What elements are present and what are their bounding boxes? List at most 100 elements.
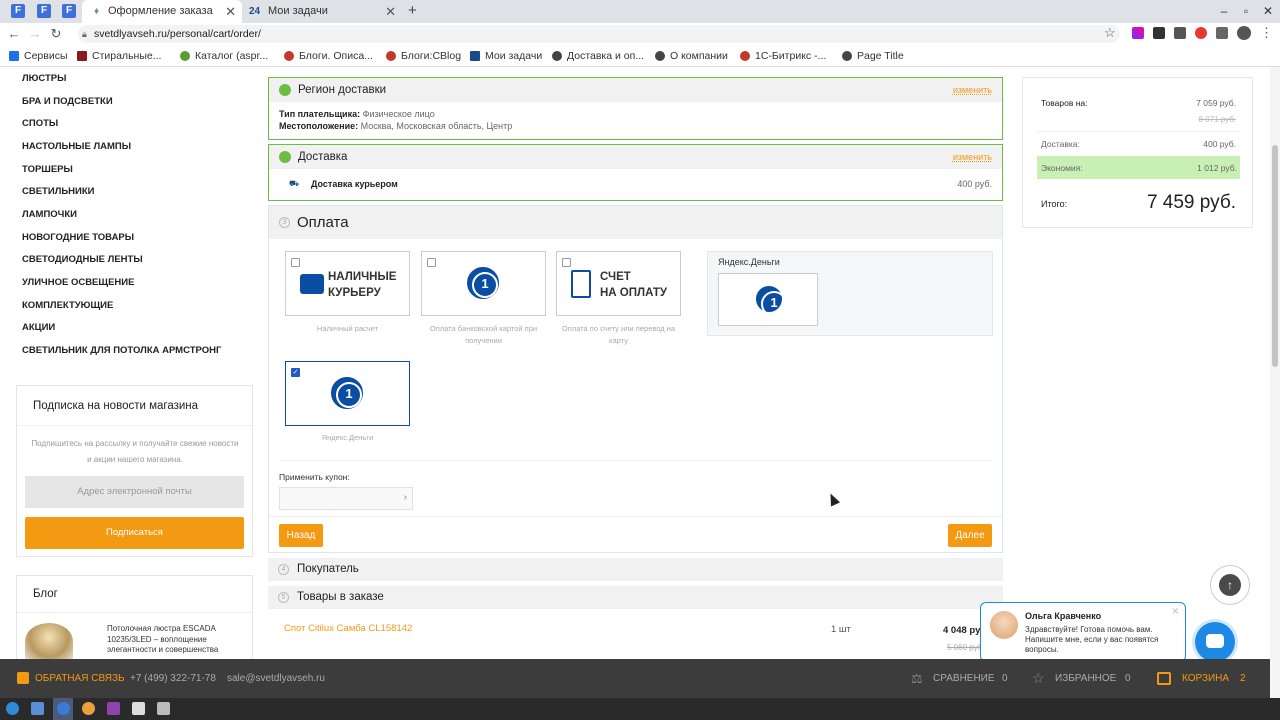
coupon-input[interactable]: › xyxy=(279,487,413,510)
next-button[interactable]: Далее xyxy=(948,524,992,547)
bookmark-item[interactable]: Блоги. Описа... xyxy=(284,49,373,63)
pinned-tab-f2[interactable]: F xyxy=(37,4,51,18)
puzzle-icon[interactable] xyxy=(1216,27,1228,39)
payment-checkbox-checked[interactable]: ✓ xyxy=(291,368,300,377)
delivery-change-link[interactable]: изменить xyxy=(953,145,992,169)
category-link[interactable]: ЛАМПОЧКИ xyxy=(22,209,77,220)
payment-checkbox[interactable] xyxy=(291,258,300,267)
back-icon[interactable]: ← xyxy=(5,25,23,43)
scrollbar-thumb[interactable] xyxy=(1272,145,1278,367)
cart-link[interactable]: КОРЗИНА xyxy=(1182,659,1229,698)
bookmark-item[interactable]: Доставка и оп... xyxy=(552,49,644,63)
category-link[interactable]: СВЕТОДИОДНЫЕ ЛЕНТЫ xyxy=(22,254,143,265)
favorites-link[interactable]: ИЗБРАННОЕ xyxy=(1055,659,1116,698)
bookmark-item[interactable]: 1С-Битрикс -... xyxy=(740,49,826,63)
close-icon[interactable]: ✕ xyxy=(1171,606,1179,617)
payment-checkbox[interactable] xyxy=(562,258,571,267)
subscribe-button[interactable]: Подписаться xyxy=(25,517,244,549)
delivery-header: Доставка изменить xyxy=(269,145,1002,169)
chat-button[interactable] xyxy=(1195,622,1235,662)
email-field[interactable]: Адрес электронной почты xyxy=(25,476,244,508)
tab-order[interactable]: ♦ Оформление заказа ✕ xyxy=(82,0,242,23)
category-link[interactable]: СВЕТИЛЬНИКИ xyxy=(22,186,95,197)
bookmark-item[interactable]: Блоги:CBlog xyxy=(386,49,461,63)
footer-email[interactable]: sale@svetdlyavseh.ru xyxy=(227,659,325,698)
category-link[interactable]: БРА И ПОДСВЕТКИ xyxy=(22,96,113,107)
tab-tasks[interactable]: 24 Мои задачи ✕ xyxy=(242,0,402,23)
app-icon[interactable] xyxy=(107,702,120,715)
bookmark-item[interactable]: Page Title xyxy=(842,49,904,63)
close-icon[interactable]: ✕ xyxy=(385,0,396,23)
goods-total-value: 7 059 руб. xyxy=(1196,98,1236,108)
category-link[interactable]: КОМПЛЕКТУЮЩИЕ xyxy=(22,300,113,311)
minimize-icon[interactable]: – xyxy=(1213,0,1235,23)
star-icon[interactable]: ☆ xyxy=(1104,25,1116,41)
back-button[interactable]: Назад xyxy=(279,524,323,547)
app-icon[interactable] xyxy=(157,702,170,715)
scroll-top-button[interactable]: ↑ xyxy=(1210,565,1250,605)
total-value: 7 459 руб. xyxy=(1146,192,1236,213)
extension-icon[interactable] xyxy=(1153,27,1165,39)
arrow-up-icon: ↑ xyxy=(1219,574,1241,596)
bookmark-item[interactable]: Мои задачи xyxy=(470,49,542,63)
menu-icon[interactable]: ⋮ xyxy=(1260,25,1273,41)
forward-icon[interactable]: → xyxy=(26,25,44,43)
bookmark-item[interactable]: Каталог (aspr... xyxy=(180,49,268,63)
os-taskbar xyxy=(0,698,1280,720)
tasks-icon: 24 xyxy=(248,6,261,17)
category-link[interactable]: АКЦИИ xyxy=(22,322,55,333)
browser-icon[interactable] xyxy=(57,702,70,715)
product-link[interactable]: Спот Citilux Самба CL158142 xyxy=(284,623,412,634)
chevron-right-icon[interactable]: › xyxy=(404,492,407,503)
bookmark-item[interactable]: О компании xyxy=(655,49,728,63)
profile-icon[interactable] xyxy=(1237,26,1251,40)
bookmark-item[interactable]: Стиральные... xyxy=(77,49,161,63)
extension-icon[interactable] xyxy=(1174,27,1186,39)
buyer-title: Покупатель xyxy=(297,563,359,575)
truck-icon: ⛟ xyxy=(289,179,300,188)
lock-icon: 🔒︎ xyxy=(82,29,87,39)
chat-popup[interactable]: Ольга Кравченко Здравствуйте! Готова пом… xyxy=(980,602,1186,662)
pinned-tab-f3[interactable]: F xyxy=(62,4,76,18)
reload-icon[interactable]: ↻ xyxy=(47,25,65,43)
close-icon[interactable]: ✕ xyxy=(225,0,236,23)
maximize-icon[interactable]: ▫ xyxy=(1235,0,1257,23)
files-icon[interactable] xyxy=(31,702,44,715)
editor-icon[interactable] xyxy=(132,702,145,715)
category-link[interactable]: ЛЮСТРЫ xyxy=(22,73,66,84)
extension-red-icon[interactable] xyxy=(1195,27,1207,39)
blog-thumbnail[interactable] xyxy=(25,623,73,659)
footer-phone[interactable]: +7 (499) 322-71-78 xyxy=(130,659,216,698)
coupon-label: Применить купон: xyxy=(279,472,350,482)
url-field[interactable]: 🔒︎ svetdlyavseh.ru/personal/cart/order/ xyxy=(78,25,1120,43)
payment-option-card[interactable] xyxy=(421,251,546,316)
payment-option-invoice[interactable]: СЧЕТ НА ОПЛАТУ xyxy=(556,251,681,316)
category-link[interactable]: НОВОГОДНИЕ ТОВАРЫ xyxy=(22,232,134,243)
tab-label: Оформление заказа xyxy=(108,5,213,17)
payment-checkbox[interactable] xyxy=(427,258,436,267)
window-close-icon[interactable]: ✕ xyxy=(1257,0,1279,23)
economy-label: Экономия: xyxy=(1041,163,1083,173)
feedback-link[interactable]: ОБРАТНАЯ СВЯЗЬ xyxy=(35,659,125,698)
category-link[interactable]: НАСТОЛЬНЫЕ ЛАМПЫ xyxy=(22,141,131,152)
category-link[interactable]: ТОРШЕРЫ xyxy=(22,164,73,175)
subscribe-panel: Подписка на новости магазина Подпишитесь… xyxy=(16,385,253,557)
pinned-tab-f1[interactable]: F xyxy=(11,4,25,18)
chrome-icon[interactable] xyxy=(82,702,95,715)
buyer-section[interactable]: 4 Покупатель xyxy=(268,558,1003,581)
location-row: Местоположение: Москва, Московская облас… xyxy=(279,121,512,131)
bookmark-item[interactable]: Сервисы xyxy=(9,49,68,63)
payer-label: Тип плательщика: xyxy=(279,109,361,119)
new-tab-button[interactable]: + xyxy=(408,0,417,22)
extension-pen-icon[interactable] xyxy=(1132,27,1144,39)
avatar xyxy=(990,611,1018,639)
compare-link[interactable]: СРАВНЕНИЕ xyxy=(933,659,995,698)
blog-item-title[interactable]: Потолочная люстра ESCADA 10235/3LED – во… xyxy=(107,624,237,656)
start-menu-icon[interactable] xyxy=(6,702,19,715)
payment-option-yandex[interactable]: ✓ xyxy=(285,361,410,426)
category-link[interactable]: СВЕТИЛЬНИК ДЛЯ ПОТОЛКА АРМСТРОНГ xyxy=(22,345,221,356)
region-change-link[interactable]: изменить xyxy=(953,78,992,102)
payment-option-cash[interactable]: НАЛИЧНЫЕ КУРЬЕРУ xyxy=(285,251,410,316)
category-link[interactable]: УЛИЧНОЕ ОСВЕЩЕНИЕ xyxy=(22,277,134,288)
category-link[interactable]: СПОТЫ xyxy=(22,118,58,129)
